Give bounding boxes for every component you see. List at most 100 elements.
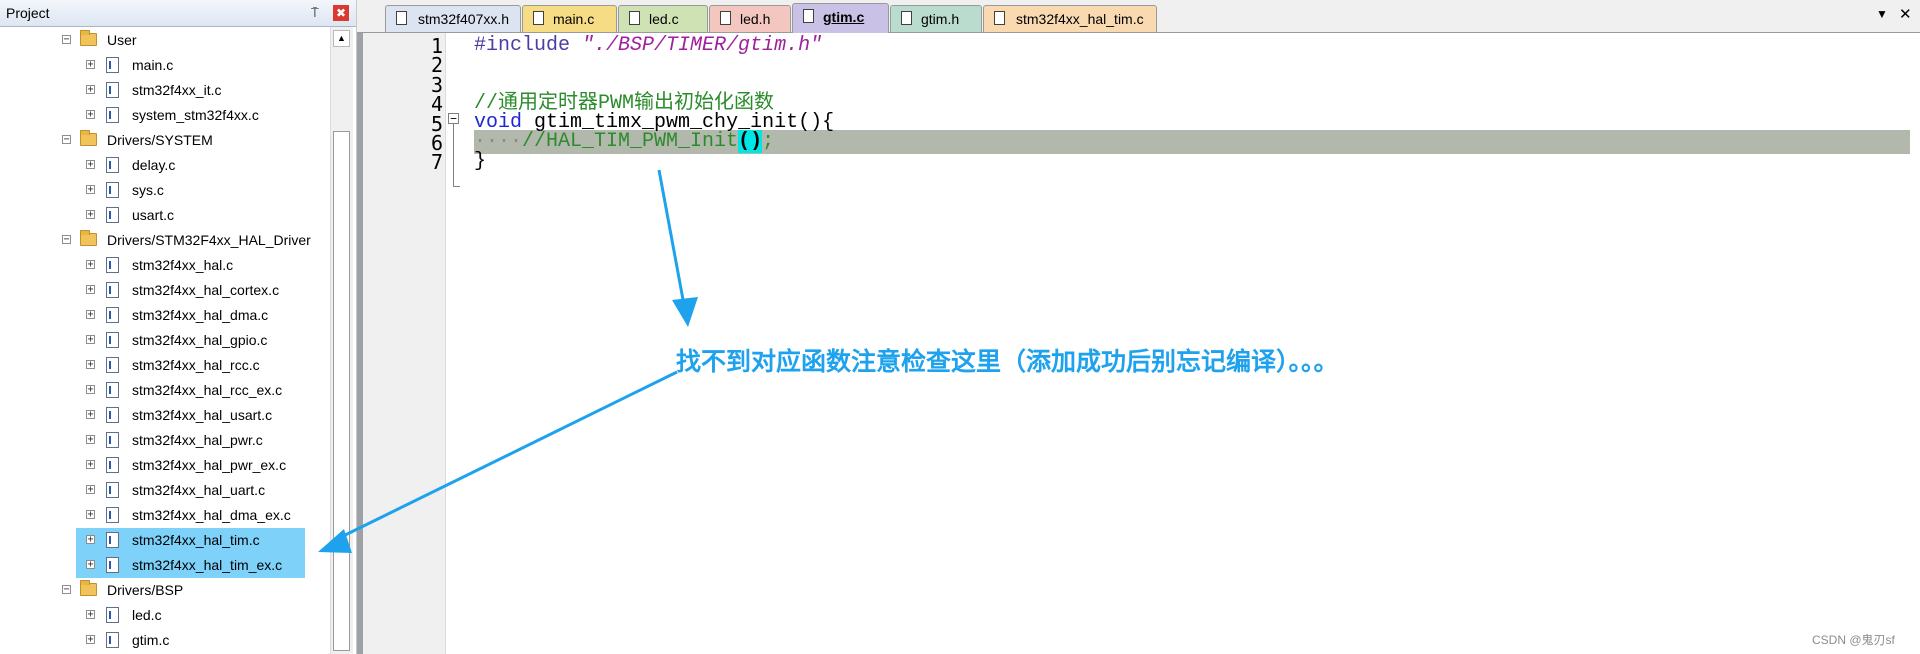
- close-icon[interactable]: ✖: [333, 5, 349, 21]
- tree-item-label: stm32f4xx_hal_usart.c: [132, 407, 273, 423]
- tree-file[interactable]: + stm32f4xx_hal_pwr_ex.c: [0, 453, 330, 478]
- file-icon: [106, 82, 119, 98]
- collapse-icon[interactable]: −: [62, 585, 71, 595]
- expand-icon[interactable]: +: [86, 60, 95, 70]
- tree-file[interactable]: + delay.c: [0, 153, 330, 178]
- file-icon: [994, 11, 1005, 25]
- tree-item-label: stm32f4xx_hal_pwr_ex.c: [132, 457, 287, 473]
- tree-file[interactable]: + stm32f4xx_hal_tim.c: [0, 528, 330, 553]
- scrollbar-thumb[interactable]: [333, 131, 350, 651]
- tree-item-label: Drivers/BSP: [107, 582, 184, 598]
- tree-item-label: system_stm32f4xx.c: [132, 107, 259, 123]
- scroll-up-arrow-icon[interactable]: ▲: [333, 30, 350, 47]
- file-icon: [106, 207, 119, 223]
- file-icon: [629, 11, 640, 25]
- tab-list-dropdown-icon[interactable]: ▼: [1876, 7, 1888, 21]
- tree-folder[interactable]: − Drivers/BSP: [0, 578, 330, 603]
- project-panel-title: Project: [6, 5, 50, 21]
- collapse-icon[interactable]: −: [62, 135, 71, 145]
- folder-icon: [80, 580, 97, 596]
- tab-main-c[interactable]: main.c: [522, 5, 617, 32]
- tree-file[interactable]: + stm32f4xx_hal.c: [0, 253, 330, 278]
- tree-folder[interactable]: − User: [0, 28, 330, 53]
- tab-gtim-c[interactable]: gtim.c: [792, 3, 889, 33]
- code-line-6[interactable]: }: [474, 150, 486, 174]
- fold-collapse-icon[interactable]: −: [448, 113, 459, 124]
- tree-file[interactable]: + usart.c: [0, 203, 330, 228]
- file-icon: [106, 507, 119, 523]
- expand-icon[interactable]: +: [86, 310, 95, 320]
- tree-file[interactable]: + stm32f4xx_hal_rcc.c: [0, 353, 330, 378]
- expand-icon[interactable]: +: [86, 560, 95, 570]
- close-tab-icon[interactable]: ✕: [1899, 5, 1912, 23]
- tree-item-label: stm32f4xx_hal_tim.c: [132, 532, 260, 548]
- file-icon: [396, 11, 407, 25]
- expand-icon[interactable]: +: [86, 85, 95, 95]
- watermark: CSDN @鬼刃sf: [1812, 633, 1895, 647]
- code-line-5[interactable]: ····//HAL_TIM_PWM_Init();: [474, 130, 774, 154]
- tree-item-label: stm32f4xx_hal_pwr.c: [132, 432, 263, 448]
- tree-file[interactable]: + stm32f4xx_hal_dma.c: [0, 303, 330, 328]
- expand-icon[interactable]: +: [86, 410, 95, 420]
- tree-file[interactable]: + system_stm32f4xx.c: [0, 103, 330, 128]
- line-number-gutter: 1234567: [363, 33, 446, 654]
- folder-icon: [80, 230, 97, 246]
- pin-icon[interactable]: ⍑: [311, 5, 319, 21]
- expand-icon[interactable]: +: [86, 260, 95, 270]
- code-line-1[interactable]: #include "./BSP/TIMER/gtim.h": [474, 34, 822, 58]
- file-icon: [533, 11, 544, 25]
- tree-scrollbar[interactable]: ▲: [330, 27, 353, 654]
- expand-icon[interactable]: +: [86, 460, 95, 470]
- tab-label: gtim.h: [921, 11, 960, 27]
- tree-file[interactable]: + stm32f4xx_hal_uart.c: [0, 478, 330, 503]
- tree-item-label: main.c: [132, 57, 174, 73]
- expand-icon[interactable]: +: [86, 285, 95, 295]
- tree-file[interactable]: + sys.c: [0, 178, 330, 203]
- project-tree[interactable]: − User + main.c + stm32f4xx_it.c + system_stm32…: [0, 27, 330, 654]
- tree-folder[interactable]: − Drivers/SYSTEM: [0, 128, 330, 153]
- expand-icon[interactable]: +: [86, 385, 95, 395]
- tab-led-c[interactable]: led.c: [618, 5, 708, 32]
- tree-file[interactable]: + stm32f4xx_hal_tim_ex.c: [0, 553, 330, 578]
- tree-file[interactable]: + stm32f4xx_hal_rcc_ex.c: [0, 378, 330, 403]
- collapse-icon[interactable]: −: [62, 235, 71, 245]
- expand-icon[interactable]: +: [86, 535, 95, 545]
- tab-gtim-h[interactable]: gtim.h: [890, 5, 982, 32]
- file-icon: [106, 532, 119, 548]
- tree-file[interactable]: + gtim.c: [0, 628, 330, 653]
- tree-folder[interactable]: − Drivers/STM32F4xx_HAL_Driver: [0, 228, 330, 253]
- tree-item-label: Drivers/SYSTEM: [107, 132, 213, 148]
- expand-icon[interactable]: +: [86, 160, 95, 170]
- file-icon: [106, 432, 119, 448]
- expand-icon[interactable]: +: [86, 360, 95, 370]
- expand-icon[interactable]: +: [86, 610, 95, 620]
- file-icon: [106, 482, 119, 498]
- expand-icon[interactable]: +: [86, 510, 95, 520]
- expand-icon[interactable]: +: [86, 210, 95, 220]
- expand-icon[interactable]: +: [86, 185, 95, 195]
- editor-tab-bar: stm32f407xx.h main.c led.c led.h gtim.c gtim.…: [357, 0, 1920, 33]
- expand-icon[interactable]: +: [86, 485, 95, 495]
- file-icon: [720, 11, 731, 25]
- tab-led-h[interactable]: led.h: [709, 5, 791, 32]
- expand-icon[interactable]: +: [86, 335, 95, 345]
- tree-item-label: delay.c: [132, 157, 176, 173]
- tree-file[interactable]: + stm32f4xx_hal_gpio.c: [0, 328, 330, 353]
- file-icon: [106, 282, 119, 298]
- tab-stm32f407xx-h[interactable]: stm32f407xx.h: [385, 5, 521, 32]
- tree-file[interactable]: + stm32f4xx_hal_dma_ex.c: [0, 503, 330, 528]
- tree-file[interactable]: + stm32f4xx_hal_pwr.c: [0, 428, 330, 453]
- collapse-icon[interactable]: −: [62, 35, 71, 45]
- file-icon: [106, 557, 119, 573]
- tab-label: gtim.c: [823, 9, 865, 25]
- tree-file[interactable]: + stm32f4xx_hal_cortex.c: [0, 278, 330, 303]
- tab-stm32f4xx-hal-tim-c[interactable]: stm32f4xx_hal_tim.c: [983, 5, 1157, 32]
- expand-icon[interactable]: +: [86, 110, 95, 120]
- expand-icon[interactable]: +: [86, 435, 95, 445]
- tree-file[interactable]: + stm32f4xx_it.c: [0, 78, 330, 103]
- tree-file[interactable]: + main.c: [0, 53, 330, 78]
- tree-file[interactable]: + led.c: [0, 603, 330, 628]
- expand-icon[interactable]: +: [86, 635, 95, 645]
- tree-file[interactable]: + stm32f4xx_hal_usart.c: [0, 403, 330, 428]
- file-icon: [901, 11, 912, 25]
